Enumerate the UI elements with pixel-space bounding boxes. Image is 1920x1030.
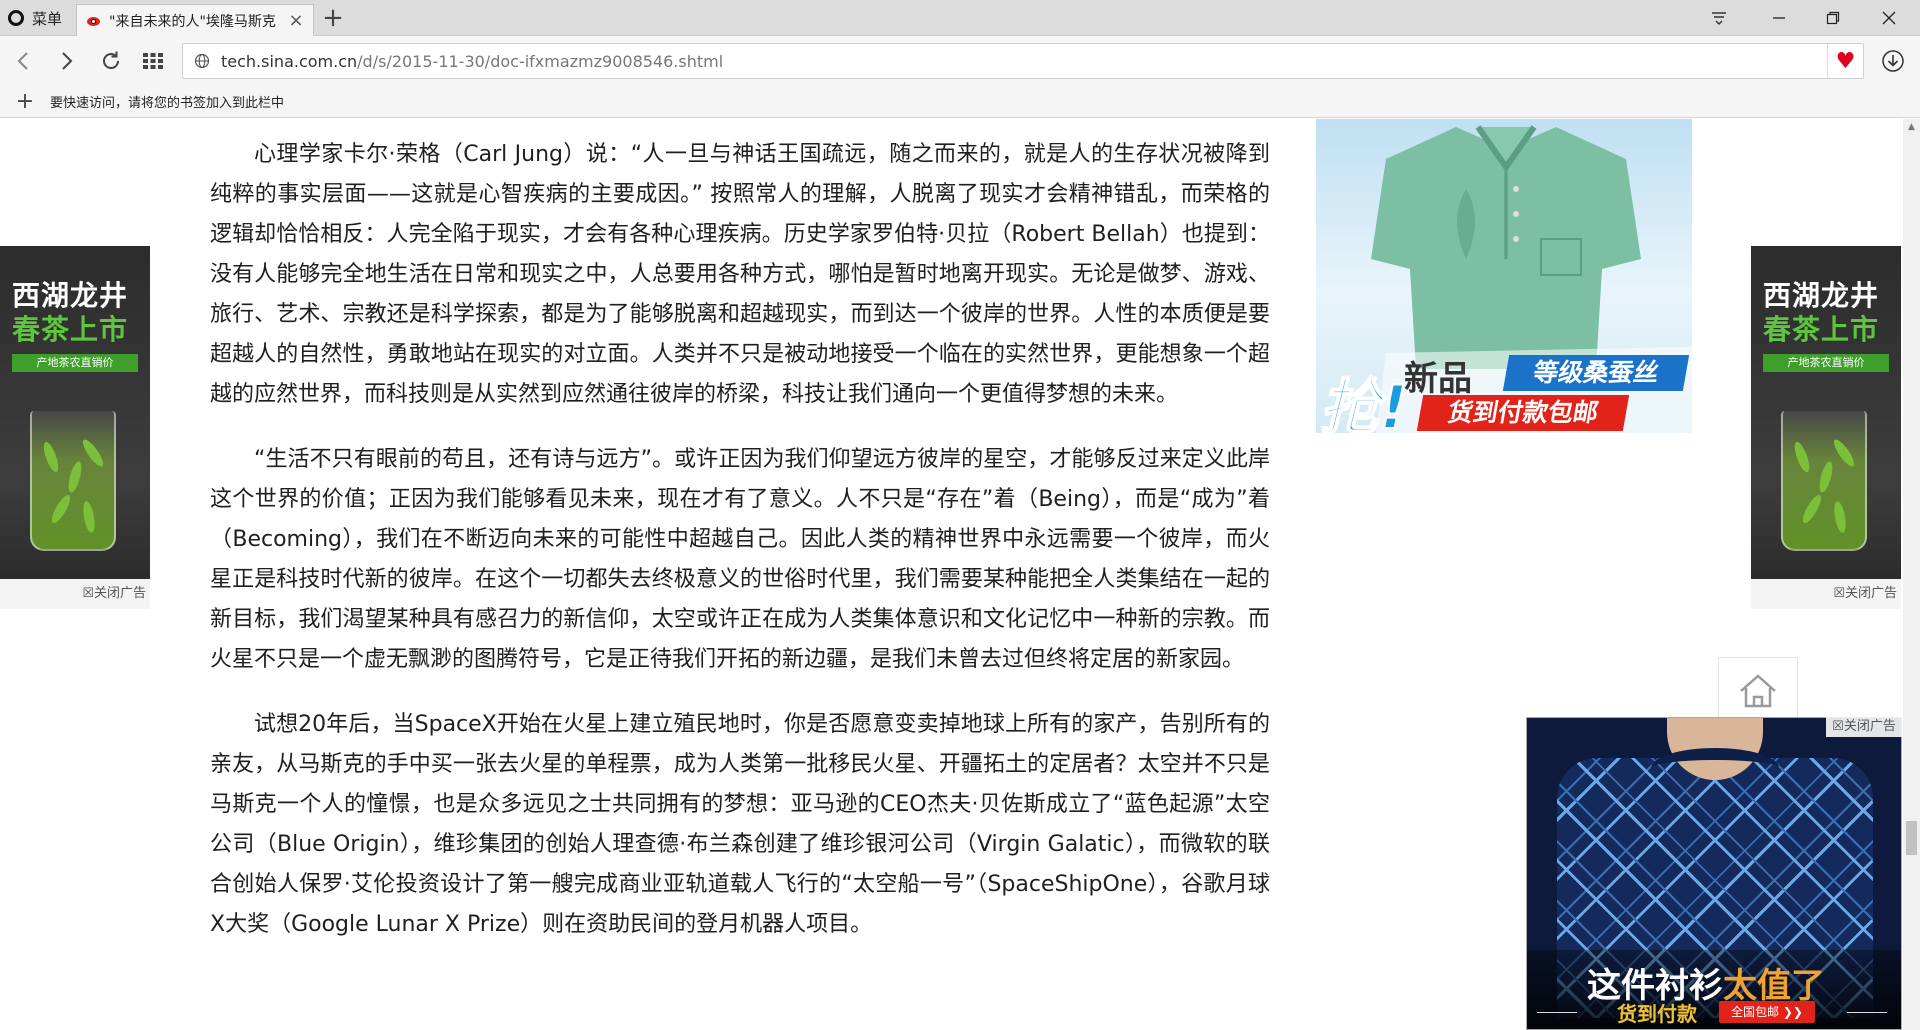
menu-label: 菜单 [32, 9, 63, 28]
navigation-bar: tech.sina.com.cn/d/s/2015-11-30/doc-ifxm… [0, 36, 1920, 86]
url-text[interactable]: tech.sina.com.cn/d/s/2015-11-30/doc-ifxm… [221, 52, 1827, 71]
tab-menu-button[interactable] [1696, 0, 1742, 36]
tea-ad-tag: 产地茶农直销价 [12, 354, 138, 372]
polo-ad-grab-text: 抢! [1319, 372, 1408, 433]
decor-line [1847, 1012, 1887, 1013]
shirt-ad-cod: 货到付款 [1617, 1002, 1697, 1026]
restore-icon [1826, 11, 1840, 25]
close-ad-label: 关闭广告 [1843, 719, 1896, 734]
url-path: /d/s/2015-11-30/doc-ifxmazmz9008546.shtm… [357, 51, 724, 71]
tab-menu-icon [1712, 12, 1726, 25]
forward-arrow-icon [62, 52, 73, 70]
downloads-button[interactable] [1878, 46, 1908, 76]
page-content: 心理学家卡尔·荣格（Carl Jung）说：“人一旦与神话王国疏远，随之而来的，… [0, 119, 1920, 1030]
tab-title: "来自未来的人"埃隆马斯克 [109, 13, 276, 30]
tab-close-icon[interactable]: × [287, 10, 305, 31]
minimize-icon [1773, 17, 1785, 19]
back-button[interactable] [8, 46, 38, 76]
polo-ad-cod-text: 货到付款包邮 [1416, 395, 1630, 431]
new-tab-button[interactable]: + [318, 4, 348, 34]
polo-shirt-ad[interactable]: 抢! 新品 等级桑蚕丝 货到付款包邮 [1316, 119, 1692, 433]
article-paragraph-2: “生活不只有眼前的苟且，还有诗与远方”。或许正因为我们仰望远方彼岸的星空，才能够… [210, 447, 1270, 672]
tab-bar: 菜单 "来自未来的人"埃隆马斯克 × + [0, 0, 1920, 36]
shirt-ad-badge: 全国包邮 ❯❯ [1719, 1001, 1815, 1023]
opera-logo-icon [8, 10, 24, 26]
forward-button[interactable] [52, 46, 82, 76]
opera-menu-button[interactable]: 菜单 [0, 0, 76, 36]
scrollbar-thumb[interactable] [1906, 821, 1917, 855]
speed-dial-button[interactable] [138, 46, 168, 76]
polo-shirt-image [1371, 125, 1641, 369]
close-window-button[interactable] [1866, 0, 1912, 36]
decor-line [1537, 1012, 1577, 1013]
article-paragraph-1: 心理学家卡尔·荣格（Carl Jung）说：“人一旦与神话王国疏远，随之而来的，… [210, 142, 1270, 407]
url-host: tech.sina.com.cn [221, 51, 358, 71]
back-arrow-icon [17, 52, 28, 70]
active-tab[interactable]: "来自未来的人"埃隆马斯克 × [76, 4, 314, 36]
bookmarks-bar: + 要快速访问，请将您的书签加入到此栏中 [0, 86, 1920, 118]
speed-dial-grid-icon [143, 53, 163, 69]
tea-ad-subtitle: 春茶上市 [1763, 313, 1880, 346]
tea-ad-subtitle: 春茶上市 [12, 313, 129, 346]
shirt-collar [1651, 748, 1779, 788]
vertical-scrollbar[interactable]: ▲ [1903, 119, 1920, 1030]
tea-ad-left[interactable]: 西湖龙井 春茶上市 产地茶农直销价 [0, 246, 150, 606]
close-ad-label: 关闭广告 [93, 586, 146, 601]
download-icon [1882, 50, 1904, 72]
tea-glass-image [1781, 411, 1867, 551]
close-ad-label: 关闭广告 [1844, 586, 1897, 601]
globe-icon [183, 53, 221, 69]
tea-ad-tag: 产地茶农直销价 [1763, 354, 1889, 372]
close-ad-right-button[interactable]: ☒关闭广告 [1751, 579, 1901, 609]
restore-button[interactable] [1810, 0, 1856, 36]
shirt-ad[interactable]: 这件衬衫太值了 货到付款 全国包邮 ❯❯ [1526, 717, 1902, 1030]
reload-button[interactable] [96, 46, 126, 76]
sina-weibo-icon [85, 14, 103, 28]
tea-ad-right[interactable]: 西湖龙井 春茶上市 产地茶农直销价 [1751, 246, 1901, 606]
add-bookmark-button[interactable]: + [0, 89, 50, 114]
article-paragraph-3: 试想20年后，当SpaceX开始在火星上建立殖民地时，你是否愿意变卖掉地球上所有… [210, 712, 1270, 937]
address-bar[interactable]: tech.sina.com.cn/d/s/2015-11-30/doc-ifxm… [182, 43, 1864, 79]
polo-ad-silk-text: 等级桑蚕丝 [1502, 355, 1690, 391]
tea-glass-image [30, 411, 116, 551]
close-icon [1882, 11, 1896, 25]
article-body: 心理学家卡尔·荣格（Carl Jung）说：“人一旦与神话王国疏远，随之而来的，… [210, 135, 1270, 970]
polo-ad-new-text: 新品 [1404, 359, 1472, 399]
heart-icon: ♥ [1835, 48, 1856, 74]
close-ad-shirt-button[interactable]: ☒关闭广告 [1826, 717, 1902, 737]
minimize-button[interactable] [1756, 0, 1802, 36]
close-ad-left-button[interactable]: ☒关闭广告 [0, 579, 150, 609]
home-icon [1740, 674, 1776, 708]
bookmark-heart-button[interactable]: ♥ [1827, 44, 1863, 78]
scroll-up-arrow-icon[interactable]: ▲ [1903, 119, 1920, 136]
shirt-ad-headline-b: 太值了 [1723, 966, 1825, 1006]
home-button[interactable] [1718, 657, 1798, 725]
reload-icon [103, 51, 119, 69]
bookmarks-hint-text: 要快速访问，请将您的书签加入到此栏中 [50, 96, 285, 111]
